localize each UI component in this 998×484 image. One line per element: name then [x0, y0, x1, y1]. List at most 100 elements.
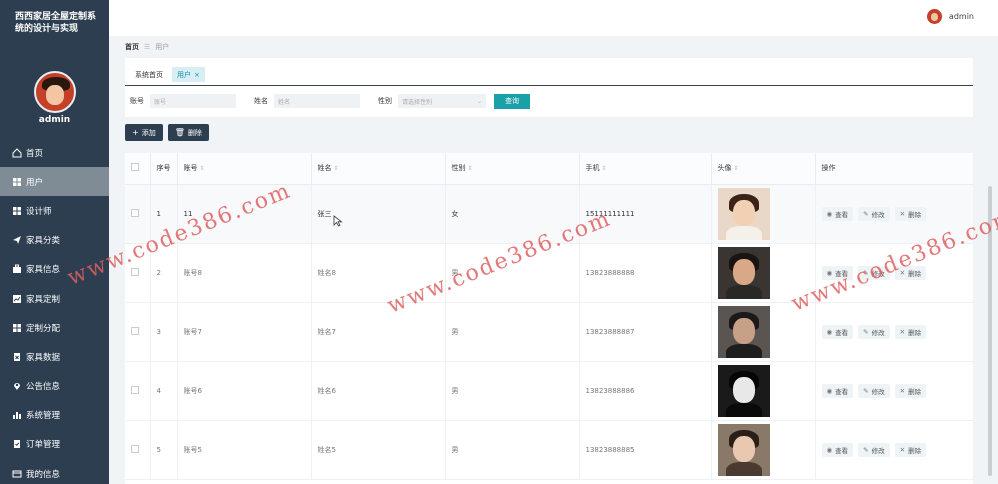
- col-avatar[interactable]: 头像 ⇕: [711, 153, 816, 185]
- close-icon: ✕: [899, 386, 906, 395]
- chart-icon: [12, 294, 22, 304]
- topbar: admin: [109, 0, 998, 36]
- user-photo[interactable]: [717, 423, 770, 476]
- briefcase-icon: [12, 264, 22, 274]
- close-icon: ✕: [899, 327, 906, 336]
- delete-button[interactable]: 🗑 删除: [167, 124, 209, 141]
- delete-button[interactable]: ✕ 删除: [894, 206, 927, 221]
- grid-icon: [12, 323, 22, 333]
- user-photo[interactable]: [717, 305, 770, 358]
- sidebar-item-furniture-data[interactable]: 家具数据: [0, 342, 109, 371]
- trash-icon: 🗑: [174, 128, 185, 137]
- tab-home[interactable]: 系统首页: [130, 67, 168, 82]
- eye-icon: ◉: [826, 209, 833, 218]
- edit-button[interactable]: ✎ 修改: [858, 442, 890, 457]
- view-button[interactable]: ◉ 查看: [821, 206, 854, 221]
- row-checkbox[interactable]: [131, 444, 139, 453]
- sidebar-item-designers[interactable]: 设计师: [0, 196, 109, 225]
- account-input[interactable]: 账号: [150, 94, 236, 108]
- delete-button[interactable]: ✕ 删除: [894, 324, 927, 339]
- sidebar-item-users[interactable]: 用户: [0, 167, 109, 197]
- user-photo[interactable]: [717, 187, 770, 240]
- row-checkbox[interactable]: [131, 208, 139, 217]
- edit-icon: ✎: [863, 386, 869, 395]
- sort-icon: ⇕: [601, 165, 607, 173]
- sidebar-item-my-info[interactable]: 我的信息: [0, 459, 109, 484]
- col-phone[interactable]: 手机 ⇕: [579, 153, 712, 185]
- delete-button[interactable]: ✕ 删除: [894, 442, 927, 457]
- grid-icon: [12, 177, 22, 187]
- sidebar-item-system[interactable]: 系统管理: [0, 401, 109, 430]
- tab-divider: [125, 85, 973, 86]
- sidebar-item-notice[interactable]: 公告信息: [0, 372, 109, 401]
- sidebar-item-custom-assign[interactable]: 定制分配: [0, 313, 109, 342]
- col-ops: 操作: [815, 153, 973, 185]
- view-button[interactable]: ◉ 查看: [821, 442, 854, 457]
- grid-icon: [12, 206, 22, 216]
- topbar-username: admin: [948, 12, 974, 21]
- edit-button[interactable]: ✎ 修改: [858, 206, 890, 221]
- tab-bar: 系统首页 用户 ×: [130, 67, 209, 84]
- col-account[interactable]: 账号 ⇕: [177, 153, 312, 185]
- gender-select[interactable]: 请选择性别 ⌄: [398, 94, 486, 108]
- user-photo[interactable]: [717, 246, 770, 299]
- row-checkbox[interactable]: [131, 326, 139, 335]
- eye-icon: ◉: [826, 386, 833, 395]
- breadcrumb-current: 用户: [155, 43, 170, 51]
- sidebar-item-home[interactable]: 首页: [0, 138, 109, 167]
- row-checkbox[interactable]: [131, 267, 139, 276]
- avatar[interactable]: [34, 71, 76, 113]
- view-button[interactable]: ◉ 查看: [821, 383, 854, 398]
- user-menu[interactable]: admin: [926, 9, 974, 24]
- clipboard-icon: [12, 352, 22, 362]
- clipboard-icon: [12, 439, 22, 449]
- system-title: 西西家居全屋定制系统的设计与实现: [15, 12, 97, 34]
- action-bar: + 添加 🗑 删除: [125, 124, 214, 141]
- sidebar: 西西家居全屋定制系统的设计与实现 admin 首页 用户 设计师 家具分类 家具…: [0, 0, 109, 484]
- name-input[interactable]: 姓名: [274, 94, 360, 108]
- menu-icon: ☰: [144, 43, 151, 51]
- eye-icon: ◉: [826, 327, 833, 336]
- sort-icon: ⇕: [733, 165, 739, 173]
- pin-icon: [12, 381, 22, 391]
- query-button[interactable]: 查询: [494, 93, 530, 109]
- col-name[interactable]: 姓名 ⇕: [311, 153, 446, 185]
- row-checkbox[interactable]: [131, 385, 139, 394]
- sidebar-item-orders[interactable]: 订单管理: [0, 430, 109, 459]
- edit-button[interactable]: ✎ 修改: [858, 324, 890, 339]
- breadcrumb-home[interactable]: 首页: [125, 42, 139, 52]
- bar-chart-icon: [12, 410, 22, 420]
- table-row[interactable]: 4 账号6 姓名6 男 13823888886 ◉ 查看 ✎ 修改 ✕ 删除: [125, 361, 973, 421]
- col-gender[interactable]: 性别 ⇕: [445, 153, 580, 185]
- home-icon: [12, 147, 22, 158]
- table-row[interactable]: 5 账号5 姓名5 男 13823888885 ◉ 查看 ✎ 修改 ✕ 删除: [125, 420, 973, 480]
- close-icon[interactable]: ×: [194, 71, 200, 79]
- view-button[interactable]: ◉ 查看: [821, 324, 854, 339]
- edit-icon: ✎: [863, 445, 869, 454]
- breadcrumb: 首页 ☰ 用户: [125, 42, 169, 52]
- add-button[interactable]: + 添加: [125, 124, 163, 141]
- search-form: 账号 账号 姓名 姓名 性别 请选择性别 ⌄ 查询: [130, 93, 530, 109]
- sidebar-item-furniture-custom[interactable]: 家具定制: [0, 284, 109, 313]
- tab-users[interactable]: 用户 ×: [172, 67, 205, 82]
- edit-icon: ✎: [863, 327, 869, 336]
- mouse-cursor-icon: [333, 215, 343, 227]
- select-all-checkbox[interactable]: [131, 163, 139, 172]
- close-icon: ✕: [899, 209, 906, 218]
- sidebar-menu: 首页 用户 设计师 家具分类 家具信息 家具定制 定制分配 家具数据 公告信息 …: [0, 138, 109, 484]
- sort-icon: ⇕: [199, 165, 205, 173]
- gender-label: 性别: [378, 97, 392, 105]
- card-icon: [12, 469, 22, 479]
- eye-icon: ◉: [826, 445, 833, 454]
- send-icon: [12, 235, 22, 245]
- plus-icon: +: [132, 128, 139, 137]
- edit-icon: ✎: [863, 209, 869, 218]
- user-photo[interactable]: [717, 364, 770, 417]
- sidebar-item-furniture-category[interactable]: 家具分类: [0, 226, 109, 255]
- edit-button[interactable]: ✎ 修改: [858, 383, 890, 398]
- search-panel: 系统首页 用户 × 账号 账号 姓名 姓名 性别 请选择性别 ⌄ 查询: [125, 58, 973, 117]
- avatar: [926, 9, 942, 24]
- sidebar-username: admin: [38, 115, 71, 125]
- delete-button[interactable]: ✕ 删除: [894, 383, 927, 398]
- table-row[interactable]: 3 账号7 姓名7 男 13823888887 ◉ 查看 ✎ 修改 ✕ 删除: [125, 302, 973, 362]
